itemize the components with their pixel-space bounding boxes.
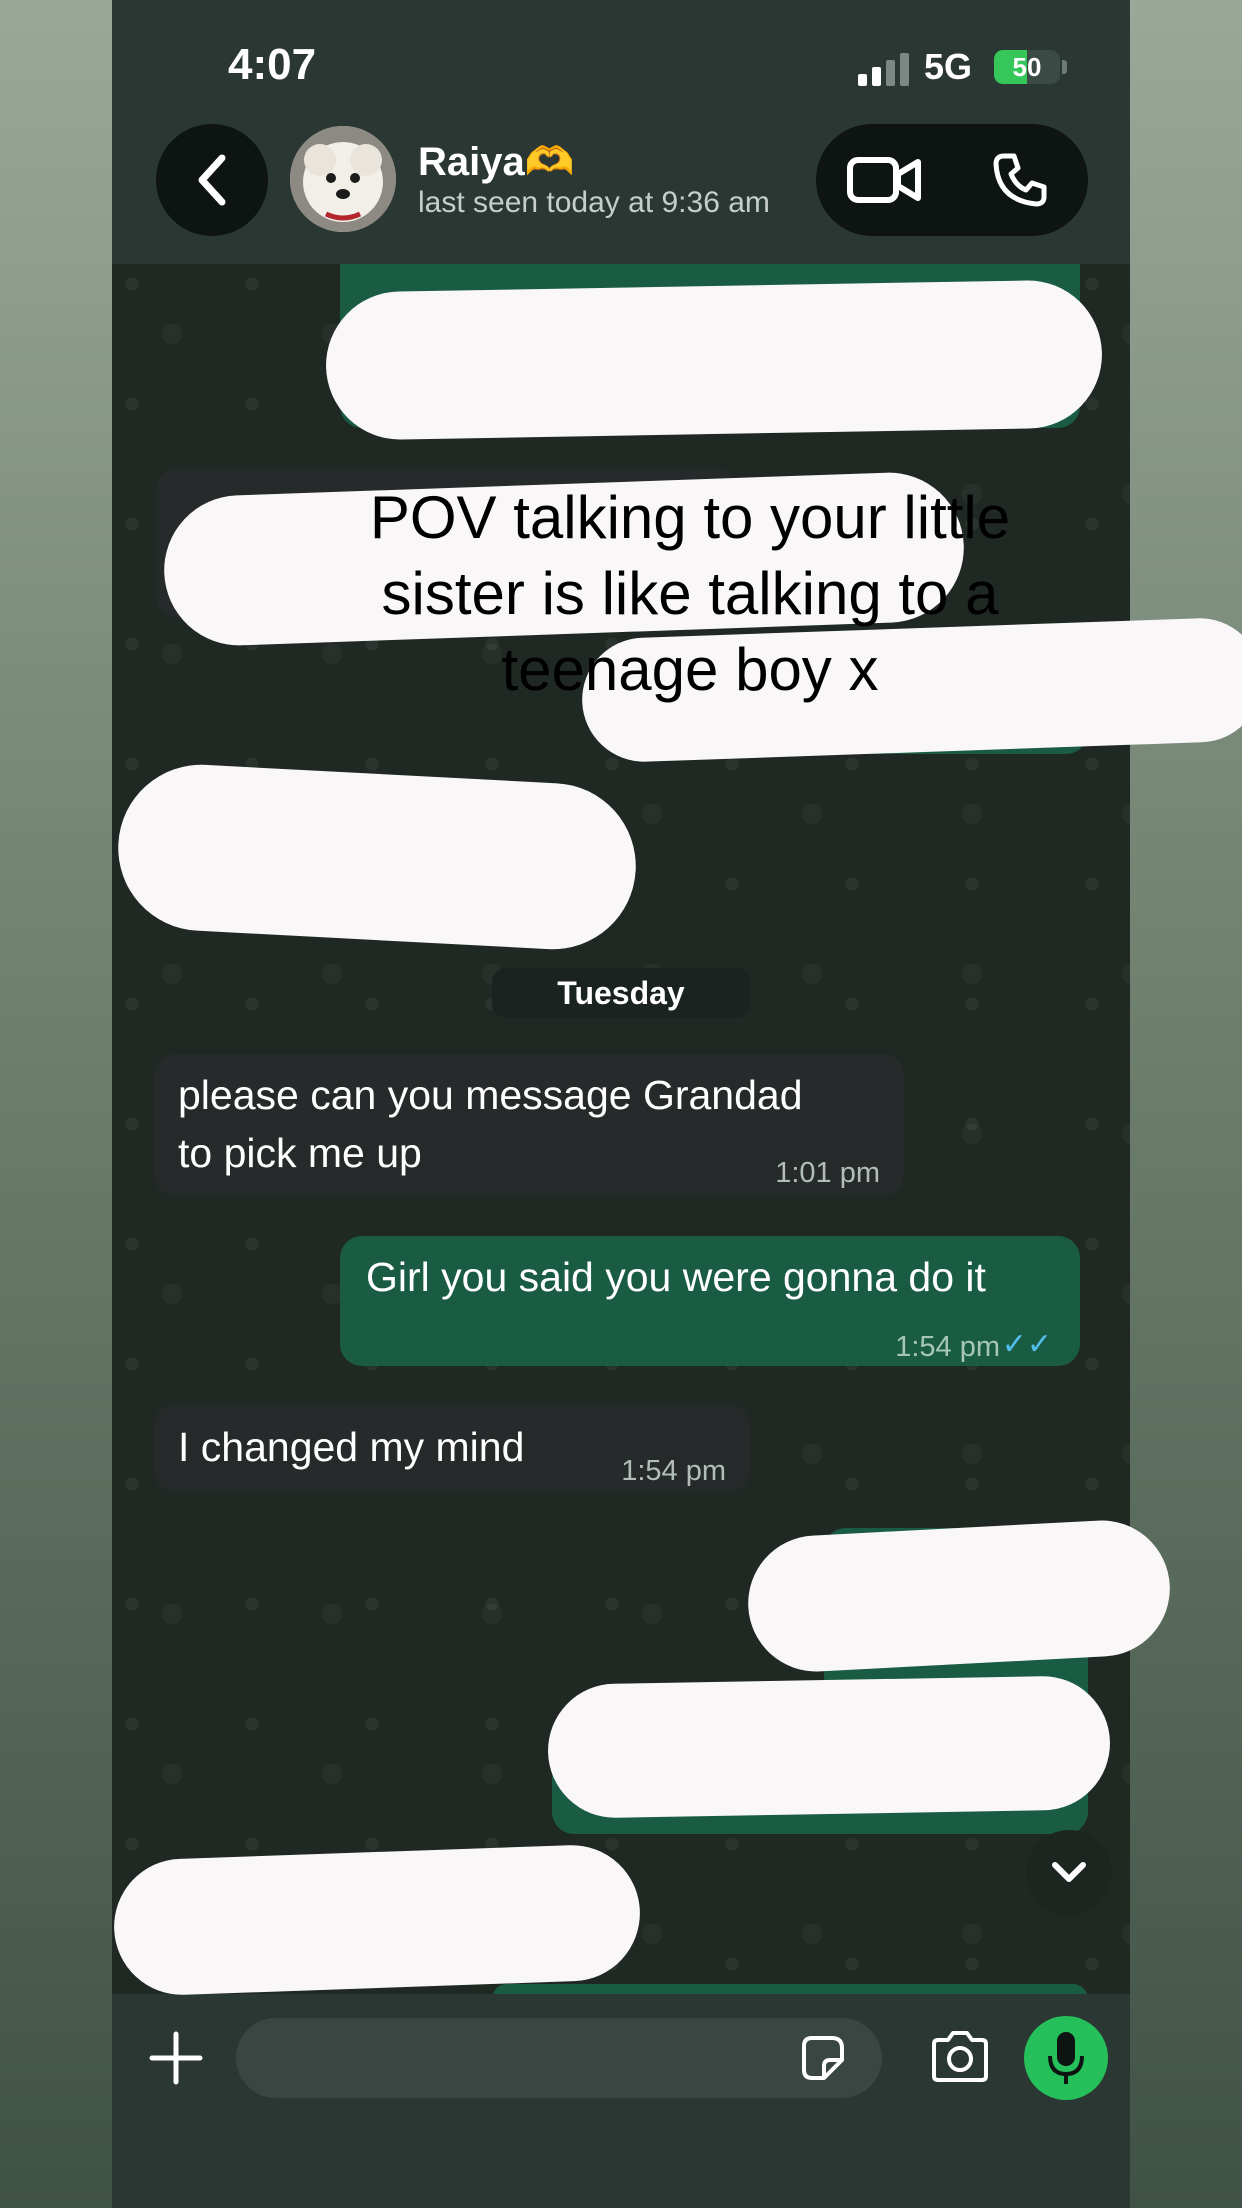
- redaction-mark: [324, 279, 1104, 441]
- message-text: to pick me up: [178, 1130, 422, 1176]
- microphone-icon: [1048, 2032, 1084, 2084]
- sticker-icon: [802, 2036, 844, 2080]
- battery-tip: [1062, 60, 1067, 74]
- video-call-button[interactable]: [844, 150, 924, 210]
- caption-line: sister is like talking to a: [381, 560, 999, 627]
- redaction-mark: [111, 1842, 643, 1998]
- background-right: [1130, 0, 1242, 2208]
- message-bubble-incoming[interactable]: please can you message Grandad to pick m…: [154, 1054, 904, 1196]
- message-bubble-outgoing[interactable]: Girl you said you were gonna do it 1:54 …: [340, 1236, 1080, 1366]
- overlay-caption: POV talking to your little sister is lik…: [280, 480, 1100, 708]
- message-text: I changed my mind: [178, 1424, 525, 1470]
- message-text: please can you message Grandad: [178, 1072, 803, 1118]
- status-time: 4:07: [228, 40, 317, 89]
- read-receipt-icon: ✓✓: [1001, 1328, 1052, 1361]
- message-time: 1:01 pm: [775, 1157, 880, 1189]
- caption-line: teenage boy x: [501, 636, 879, 703]
- caption-line: POV talking to your little: [369, 484, 1011, 551]
- redaction-mark: [744, 1517, 1174, 1675]
- network-type: 5G: [924, 46, 973, 87]
- voice-message-button[interactable]: [1024, 2016, 1108, 2100]
- avatar[interactable]: [290, 126, 396, 232]
- chevron-down-icon: [1052, 1862, 1086, 1882]
- sticker-button[interactable]: [798, 2034, 846, 2082]
- message-text: Girl you said you were gonna do it: [366, 1254, 986, 1300]
- dog-avatar-image: [290, 126, 396, 232]
- phone-icon: [993, 153, 1047, 207]
- redaction-mark: [546, 1675, 1112, 1819]
- back-chevron-icon: [198, 154, 226, 206]
- camera-icon: [932, 2031, 988, 2082]
- last-seen-status: last seen today at 9:36 am: [418, 186, 770, 219]
- message-bubble-incoming[interactable]: I changed my mind 1:54 pm: [154, 1404, 750, 1492]
- message-time: 1:54 pm: [621, 1455, 726, 1487]
- scroll-to-bottom-button[interactable]: [1026, 1830, 1112, 1916]
- redaction-mark: [114, 760, 640, 954]
- call-actions: [816, 124, 1088, 236]
- signal-icon: [858, 52, 912, 86]
- contact-name[interactable]: Raiya🫶: [418, 138, 575, 185]
- back-button[interactable]: [156, 124, 268, 236]
- battery-percent: 50: [1012, 52, 1042, 82]
- phone-screen: 4:07 5G 50 Raiya🫶 last seen today at 9:3…: [111, 0, 1242, 2208]
- camera-button[interactable]: [928, 2028, 992, 2088]
- voice-call-button[interactable]: [980, 150, 1060, 210]
- date-separator: Tuesday: [492, 968, 750, 1018]
- redacted-outgoing-bubble: [492, 1984, 1088, 1994]
- background-left: [0, 0, 112, 2208]
- plus-icon: [149, 2031, 203, 2085]
- message-input[interactable]: [236, 2018, 882, 2098]
- attach-button[interactable]: [146, 2028, 206, 2088]
- video-call-icon: [847, 157, 921, 203]
- message-time: 1:54 pm: [895, 1331, 1000, 1363]
- battery-icon: 50: [994, 50, 1060, 84]
